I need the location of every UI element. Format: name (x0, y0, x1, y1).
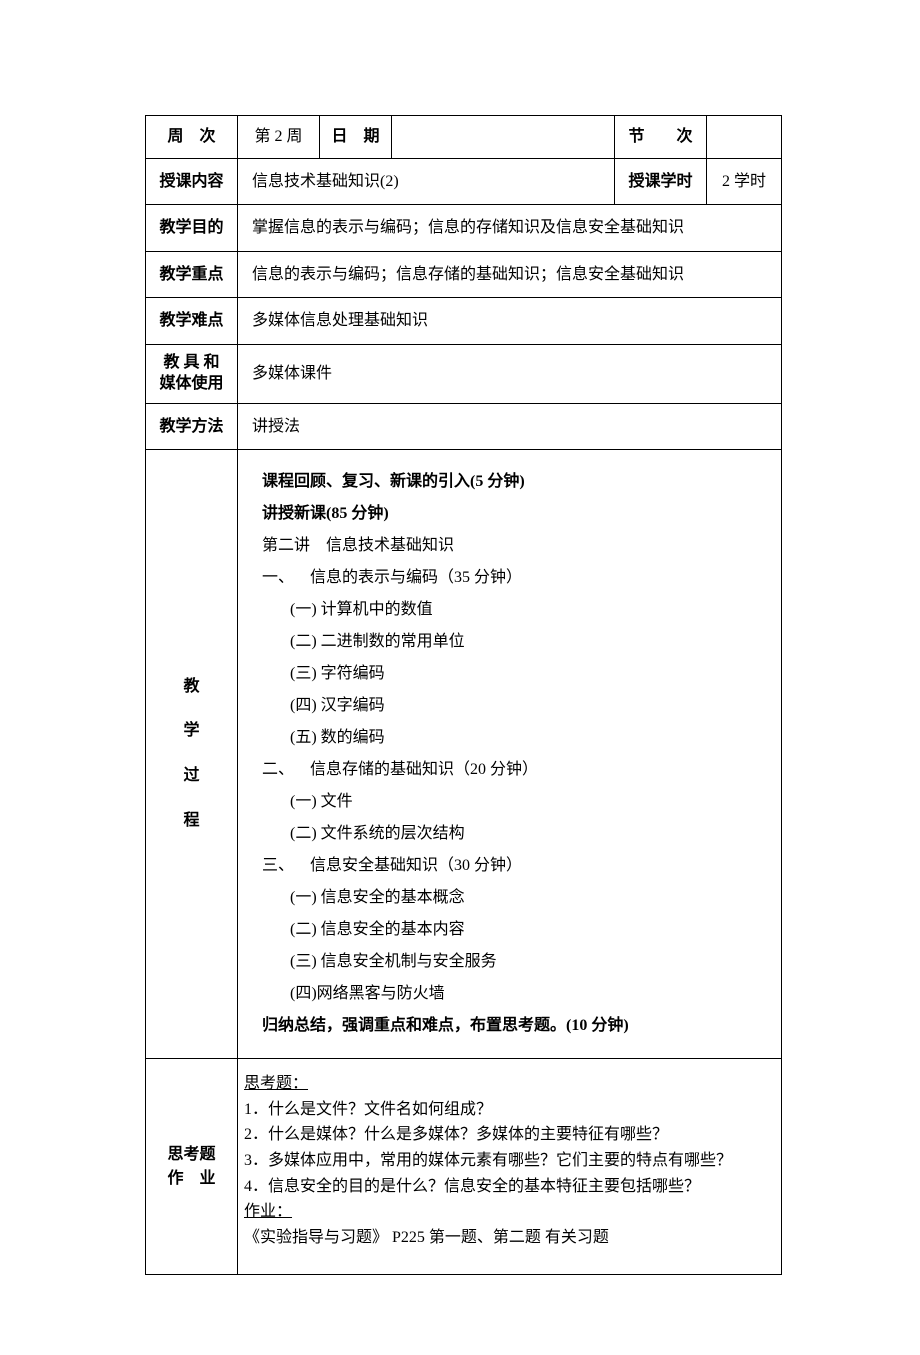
process-line-text: (二) 信息安全的基本内容 (290, 921, 465, 938)
process-line-text: (四)网络黑客与防火墙 (290, 985, 445, 1002)
label-process-char-1: 学 (152, 709, 231, 754)
label-difficulty: 教学难点 (146, 298, 238, 345)
process-line: (二) 信息安全的基本内容 (262, 914, 757, 946)
process-line: (三) 字符编码 (262, 658, 757, 690)
label-week: 周 次 (146, 116, 238, 159)
process-line-text: (二) 文件系统的层次结构 (290, 825, 465, 842)
process-line-text: (四) 汉字编码 (290, 697, 385, 714)
process-line: (三) 信息安全机制与安全服务 (262, 946, 757, 978)
row-week: 周 次 第 2 周 日 期 节 次 (146, 116, 782, 159)
label-tools-line1: 教 具 和 (152, 353, 231, 374)
value-content: 信息技术基础知识(2) (238, 158, 615, 205)
label-objective: 教学目的 (146, 205, 238, 252)
process-line-text: (五) 数的编码 (290, 729, 385, 746)
label-process: 教 学 过 程 (146, 450, 238, 1059)
row-process: 教 学 过 程 课程回顾、复习、新课的引入(5 分钟) 讲授新课(85 分钟) 第二… (146, 450, 782, 1059)
process-line: (二) 文件系统的层次结构 (262, 818, 757, 850)
process-line-text: (三) 字符编码 (290, 665, 385, 682)
process-line-text: (一) 文件 (290, 793, 353, 810)
value-date (392, 116, 615, 159)
think-item: 3．多媒体应用中，常用的媒体元素有哪些？它们主要的特点有哪些？ (244, 1148, 775, 1174)
process-line-text: (二) 二进制数的常用单位 (290, 633, 465, 650)
process-line-text: 信息存储的基础知识（20 分钟） (310, 761, 538, 778)
value-difficulty: 多媒体信息处理基础知识 (238, 298, 782, 345)
process-line-text: 信息安全基础知识（30 分钟） (310, 857, 522, 874)
process-line: 第二讲 信息技术基础知识 (262, 530, 757, 562)
process-line: 二、信息存储的基础知识（20 分钟） (262, 754, 757, 786)
row-keypoints: 教学重点 信息的表示与编码；信息存储的基础知识；信息安全基础知识 (146, 251, 782, 298)
process-line: (四) 汉字编码 (262, 690, 757, 722)
label-keypoints: 教学重点 (146, 251, 238, 298)
label-process-char-2: 过 (152, 754, 231, 799)
row-method: 教学方法 讲授法 (146, 403, 782, 450)
label-process-char-0: 教 (152, 665, 231, 710)
process-line-text: 信息的表示与编码（35 分钟） (310, 569, 522, 586)
homework-header: 作业： (244, 1199, 775, 1225)
row-difficulty: 教学难点 多媒体信息处理基础知识 (146, 298, 782, 345)
label-hours: 授课学时 (615, 158, 707, 205)
process-line-text: 第二讲 信息技术基础知识 (262, 537, 454, 554)
value-hours: 2 学时 (707, 158, 782, 205)
lesson-plan-table: 周 次 第 2 周 日 期 节 次 授课内容 信息技术基础知识(2) 授课学时 … (145, 115, 782, 1275)
value-method: 讲授法 (238, 403, 782, 450)
process-line: (五) 数的编码 (262, 722, 757, 754)
process-line-num: 三、 (262, 850, 310, 882)
process-line-text: 讲授新课(85 分钟) (262, 505, 389, 522)
process-line: 讲授新课(85 分钟) (262, 498, 757, 530)
process-line: 一、信息的表示与编码（35 分钟） (262, 562, 757, 594)
row-tools: 教 具 和 媒体使用 多媒体课件 (146, 344, 782, 403)
process-line: 三、信息安全基础知识（30 分钟） (262, 850, 757, 882)
label-session: 节 次 (615, 116, 707, 159)
process-line: 归纳总结，强调重点和难点，布置思考题。(10 分钟) (262, 1010, 757, 1042)
process-line-num: 二、 (262, 754, 310, 786)
value-process: 课程回顾、复习、新课的引入(5 分钟) 讲授新课(85 分钟) 第二讲 信息技术基础… (238, 450, 782, 1059)
think-header: 思考题： (244, 1071, 775, 1097)
label-homework-line1: 思考题 (152, 1143, 231, 1167)
process-line-text: (三) 信息安全机制与安全服务 (290, 953, 497, 970)
row-content: 授课内容 信息技术基础知识(2) 授课学时 2 学时 (146, 158, 782, 205)
homework-text: 《实验指导与习题》 P225 第一题、第二题 有关习题 (244, 1225, 775, 1251)
process-line: (一) 计算机中的数值 (262, 594, 757, 626)
process-line: 课程回顾、复习、新课的引入(5 分钟) (262, 466, 757, 498)
label-tools-line2: 媒体使用 (152, 374, 231, 395)
row-objective: 教学目的 掌握信息的表示与编码；信息的存储知识及信息安全基础知识 (146, 205, 782, 252)
value-objective: 掌握信息的表示与编码；信息的存储知识及信息安全基础知识 (238, 205, 782, 252)
label-date: 日 期 (320, 116, 392, 159)
label-homework-line2: 作 业 (152, 1167, 231, 1191)
process-line: (四)网络黑客与防火墙 (262, 978, 757, 1010)
label-tools: 教 具 和 媒体使用 (146, 344, 238, 403)
process-line-text: 归纳总结，强调重点和难点，布置思考题。(10 分钟) (262, 1017, 629, 1034)
process-line: (一) 文件 (262, 786, 757, 818)
process-line-text: 课程回顾、复习、新课的引入(5 分钟) (262, 473, 525, 490)
label-process-char-3: 程 (152, 799, 231, 844)
row-homework: 思考题 作 业 思考题：1．什么是文件？文件名如何组成？2．什么是媒体？什么是多… (146, 1059, 782, 1275)
process-line-text: (一) 计算机中的数值 (290, 601, 433, 618)
think-item: 2．什么是媒体？什么是多媒体？多媒体的主要特征有哪些？ (244, 1122, 775, 1148)
value-tools: 多媒体课件 (238, 344, 782, 403)
process-line: (一) 信息安全的基本概念 (262, 882, 757, 914)
label-homework: 思考题 作 业 (146, 1059, 238, 1275)
value-week: 第 2 周 (238, 116, 320, 159)
label-content: 授课内容 (146, 158, 238, 205)
think-item: 4．信息安全的目的是什么？信息安全的基本特征主要包括哪些？ (244, 1174, 775, 1200)
process-line-num: 一、 (262, 562, 310, 594)
value-keypoints: 信息的表示与编码；信息存储的基础知识；信息安全基础知识 (238, 251, 782, 298)
value-homework: 思考题：1．什么是文件？文件名如何组成？2．什么是媒体？什么是多媒体？多媒体的主… (238, 1059, 782, 1275)
process-line: (二) 二进制数的常用单位 (262, 626, 757, 658)
label-method: 教学方法 (146, 403, 238, 450)
value-session (707, 116, 782, 159)
process-line-text: (一) 信息安全的基本概念 (290, 889, 465, 906)
think-item: 1．什么是文件？文件名如何组成？ (244, 1097, 775, 1123)
